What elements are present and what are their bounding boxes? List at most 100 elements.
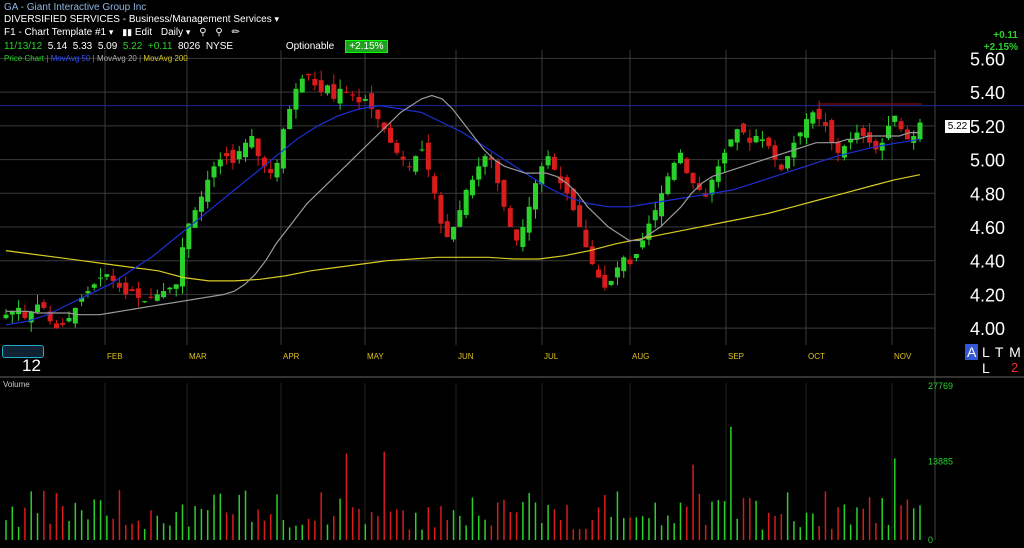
candle-body: [274, 162, 280, 178]
zoom-in-icon[interactable]: ⚲: [199, 27, 206, 38]
mode-number: 2: [1011, 360, 1019, 375]
candle-body: [602, 274, 608, 288]
candle-body: [123, 282, 129, 295]
candle-body: [785, 156, 791, 169]
candle-body: [709, 179, 715, 195]
candle-body: [444, 221, 450, 238]
candle-body: [451, 227, 457, 240]
volume-tick-label: 13885: [928, 457, 953, 467]
candle-body: [640, 240, 646, 248]
month-label: SEP: [728, 352, 744, 361]
candle-body: [173, 284, 179, 289]
price-tick-label: 5.00: [970, 151, 1005, 171]
candle-body: [167, 287, 173, 290]
quote-high: 5.33: [72, 41, 93, 52]
candle-body: [526, 206, 532, 233]
candle-body: [41, 302, 47, 308]
candle-body: [583, 229, 589, 248]
candle-body: [614, 267, 620, 278]
candle-body: [337, 88, 343, 104]
top-change-percent: +2.15%: [983, 42, 1018, 53]
candle-body: [425, 142, 431, 170]
candle-body: [728, 139, 734, 147]
price-panel-bg: [0, 50, 1024, 345]
candle-body: [255, 138, 261, 157]
legend-ma50[interactable]: MovAvg 50: [51, 54, 91, 63]
candle-body: [224, 152, 230, 157]
edit-icon: ▮▮: [122, 27, 133, 37]
candle-body: [419, 149, 425, 151]
month-label: JUL: [544, 352, 559, 361]
price-tick-label: 4.80: [970, 184, 1005, 204]
candle-body: [879, 142, 885, 151]
candle-body: [362, 98, 368, 101]
candle-body: [898, 121, 904, 130]
candle-body: [545, 156, 551, 166]
change-pct-badge: +2.15%: [345, 40, 388, 53]
candle-body: [110, 275, 116, 281]
candle-body: [299, 78, 305, 93]
candle-body: [841, 146, 847, 158]
quote-open: 5.14: [47, 41, 68, 52]
zoom-out-icon[interactable]: ⚲: [215, 27, 222, 38]
candle-body: [596, 269, 602, 278]
interval-label: Daily: [160, 27, 184, 38]
candle-body: [198, 196, 204, 212]
candle-body: [822, 122, 828, 126]
candle-body: [211, 166, 217, 178]
candle-body: [72, 307, 78, 324]
candle-body: [608, 280, 614, 285]
candle-body: [917, 122, 923, 140]
draw-pencil-icon[interactable]: ✏: [231, 27, 239, 38]
candle-body: [677, 152, 683, 164]
template-select[interactable]: F1 - Chart Template #1 ▾: [4, 27, 113, 38]
candle-body: [469, 179, 475, 196]
candle-body: [482, 156, 488, 167]
sector-label[interactable]: DIVERSIFIED SERVICES - Business/Manageme…: [4, 14, 279, 25]
mode-a-button[interactable]: A: [965, 344, 979, 360]
edit-button[interactable]: ▮▮ Edit: [122, 27, 152, 38]
month-label: APR: [283, 352, 300, 361]
candle-body: [148, 296, 154, 298]
interval-select[interactable]: Daily ▾: [161, 27, 191, 38]
candle-body: [129, 289, 135, 292]
candle-body: [35, 304, 41, 313]
candle-body: [91, 284, 97, 288]
candle-body: [804, 119, 810, 138]
candle-body: [659, 193, 665, 217]
price-volume-chart: 5.605.405.205.004.804.604.404.204.00FEB M…: [0, 49, 1024, 545]
legend-ma20[interactable]: MovAvg 20: [97, 54, 137, 63]
candle-body: [671, 162, 677, 180]
chart-toolbar: F1 - Chart Template #1 ▾ ▮▮ Edit Daily ▾…: [4, 27, 246, 38]
price-tick-label: 4.40: [970, 252, 1005, 272]
month-label: OCT: [808, 352, 825, 361]
price-tick-label: 4.60: [970, 218, 1005, 238]
template-dropdown-icon: ▾: [108, 27, 114, 37]
candle-body: [495, 160, 501, 184]
sector-dropdown-icon[interactable]: ▾: [274, 14, 279, 24]
legend-ma200[interactable]: MovAvg 200: [143, 54, 187, 63]
candle-body: [236, 151, 242, 160]
last-price-tag: 5.22: [945, 120, 970, 133]
candle-body: [652, 210, 658, 221]
candle-body: [532, 183, 538, 210]
candle-body: [759, 139, 765, 141]
candle-body: [501, 180, 507, 207]
candle-body: [98, 277, 104, 279]
candle-body: [684, 158, 690, 174]
quote-volume: 8026: [178, 41, 201, 52]
month-label: MAR: [189, 352, 207, 361]
month-label: FEB: [107, 352, 123, 361]
candle-body: [104, 274, 110, 277]
indicator-legend: Price Chart | MovAvg 50 | MovAvg 20 | Mo…: [4, 54, 188, 63]
candle-body: [551, 156, 557, 170]
month-label: JUN: [458, 352, 474, 361]
legend-price[interactable]: Price Chart: [4, 54, 44, 63]
candle-body: [53, 323, 59, 329]
optionable-label: Optionable: [285, 41, 335, 52]
candle-body: [734, 129, 740, 143]
quote-date: 11/13/12: [4, 41, 43, 52]
candle-body: [350, 94, 356, 96]
candle-body: [324, 85, 330, 94]
candle-body: [627, 259, 633, 265]
